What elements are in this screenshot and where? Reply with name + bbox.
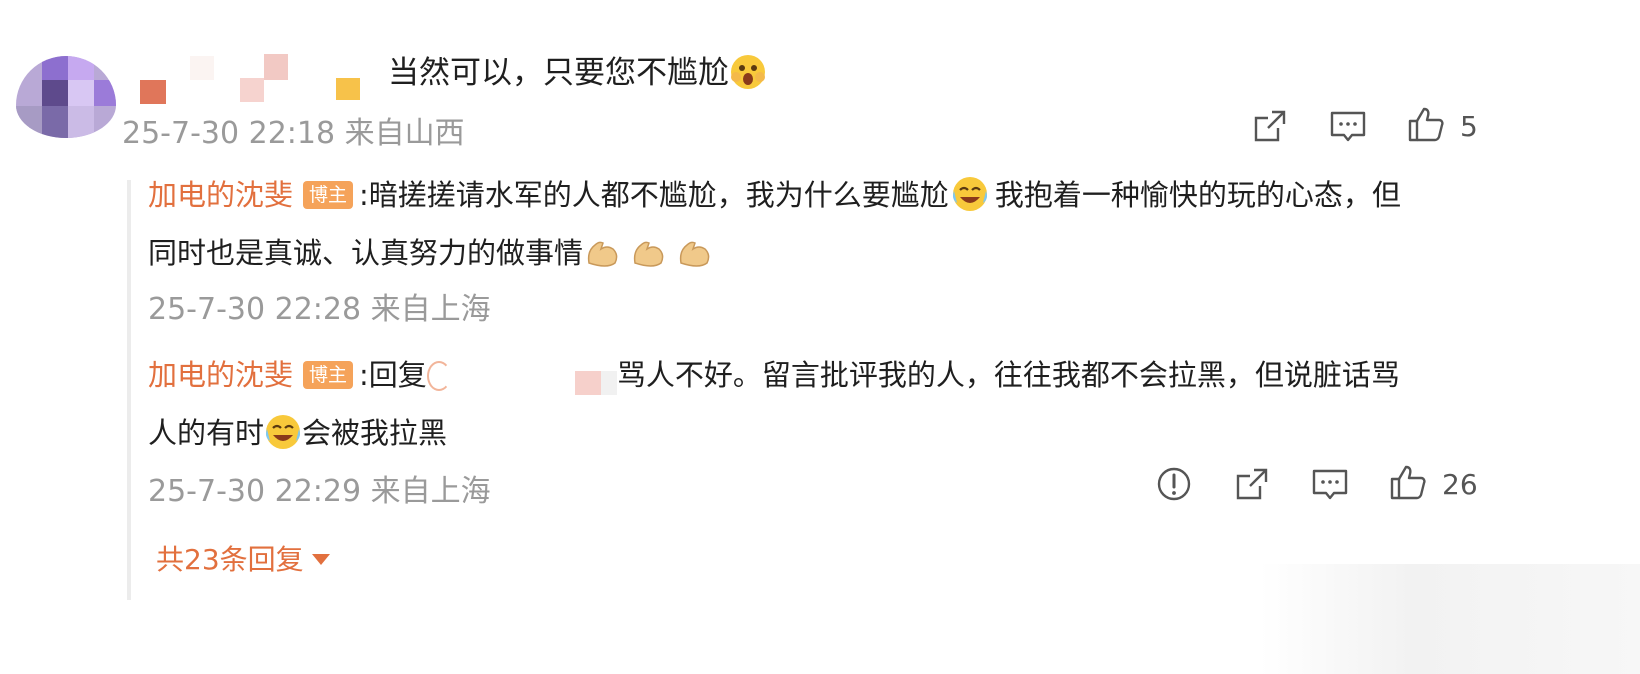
author-badge: 博主 [303,361,354,389]
flexed-biceps-emoji [675,232,713,270]
reply-text-cont: 我抱着一种愉快的玩的心态，但 [994,178,1401,212]
reply-line-1: 加电的沈斐 博主:暗搓搓请水军的人都不尴尬，我为什么要尴尬 我抱着一种愉快的玩的心… [148,166,1488,224]
laugh-cry-emoji [951,174,989,212]
share-icon[interactable] [1232,464,1272,504]
like-count: 5 [1460,110,1478,143]
reply-text: 人的有时 [148,416,265,450]
more-replies-link[interactable]: 共23条回复 [156,538,330,578]
reply-line-2: 人的有时 会被我拉黑 [148,404,1488,462]
reply-username[interactable]: 加电的沈斐 [148,358,293,392]
reply-timestamp: 25-7-30 22:29 来自上海 [148,474,491,509]
like-icon[interactable] [1388,462,1428,502]
replies-divider [127,180,131,600]
reply-username[interactable]: 加电的沈斐 [148,178,293,212]
reply-line-1: 加电的沈斐 博主:回复 骂人不好。留言批评我的人，往往我都不会拉黑，但说脏话骂 [148,346,1488,404]
username-blurred[interactable] [140,52,370,108]
comment-text-content: 当然可以，只要您不尴尬 [388,55,729,91]
report-icon[interactable] [1154,464,1194,504]
reply-line-2: 同时也是真诚、认真努力的做事情 [148,224,1488,282]
comment-icon[interactable] [1310,464,1350,504]
like-count: 26 [1442,468,1478,501]
flexed-biceps-emoji [629,232,667,270]
reply-text-cont: 会被我拉黑 [302,416,448,450]
reply-text-cont: 骂人不好。留言批评我的人，往往我都不会拉黑，但说脏话骂 [616,358,1400,392]
bottom-fade [1260,564,1640,674]
shocked-face-emoji [729,53,767,91]
caret-down-icon [311,554,330,565]
flexed-biceps-emoji [583,232,621,270]
reply-item: 加电的沈斐 博主:暗搓搓请水军的人都不尴尬，我为什么要尴尬 我抱着一种愉快的玩的心… [148,166,1488,282]
mentioned-user-blurred[interactable] [426,355,617,395]
reply-text: :回复 [359,358,427,392]
reply-timestamp: 25-7-30 22:28 来自上海 [148,292,491,327]
author-badge: 博主 [303,181,354,209]
reply-item: 加电的沈斐 博主:回复 骂人不好。留言批评我的人，往往我都不会拉黑，但说脏话骂 人… [148,346,1488,462]
more-replies-label: 共23条回复 [156,543,304,576]
like-icon[interactable] [1406,104,1446,144]
reply-text: :暗搓搓请水军的人都不尴尬，我为什么要尴尬 [359,178,949,212]
comment-text: 当然可以，只要您不尴尬 [388,50,767,96]
reply-text: 同时也是真诚、认真努力的做事情 [148,236,584,270]
share-icon[interactable] [1250,106,1290,146]
avatar[interactable] [16,56,116,138]
comment-timestamp: 25-7-30 22:18 来自山西 [122,116,465,151]
comment-icon[interactable] [1328,106,1368,146]
laugh-cry-emoji [264,412,302,450]
